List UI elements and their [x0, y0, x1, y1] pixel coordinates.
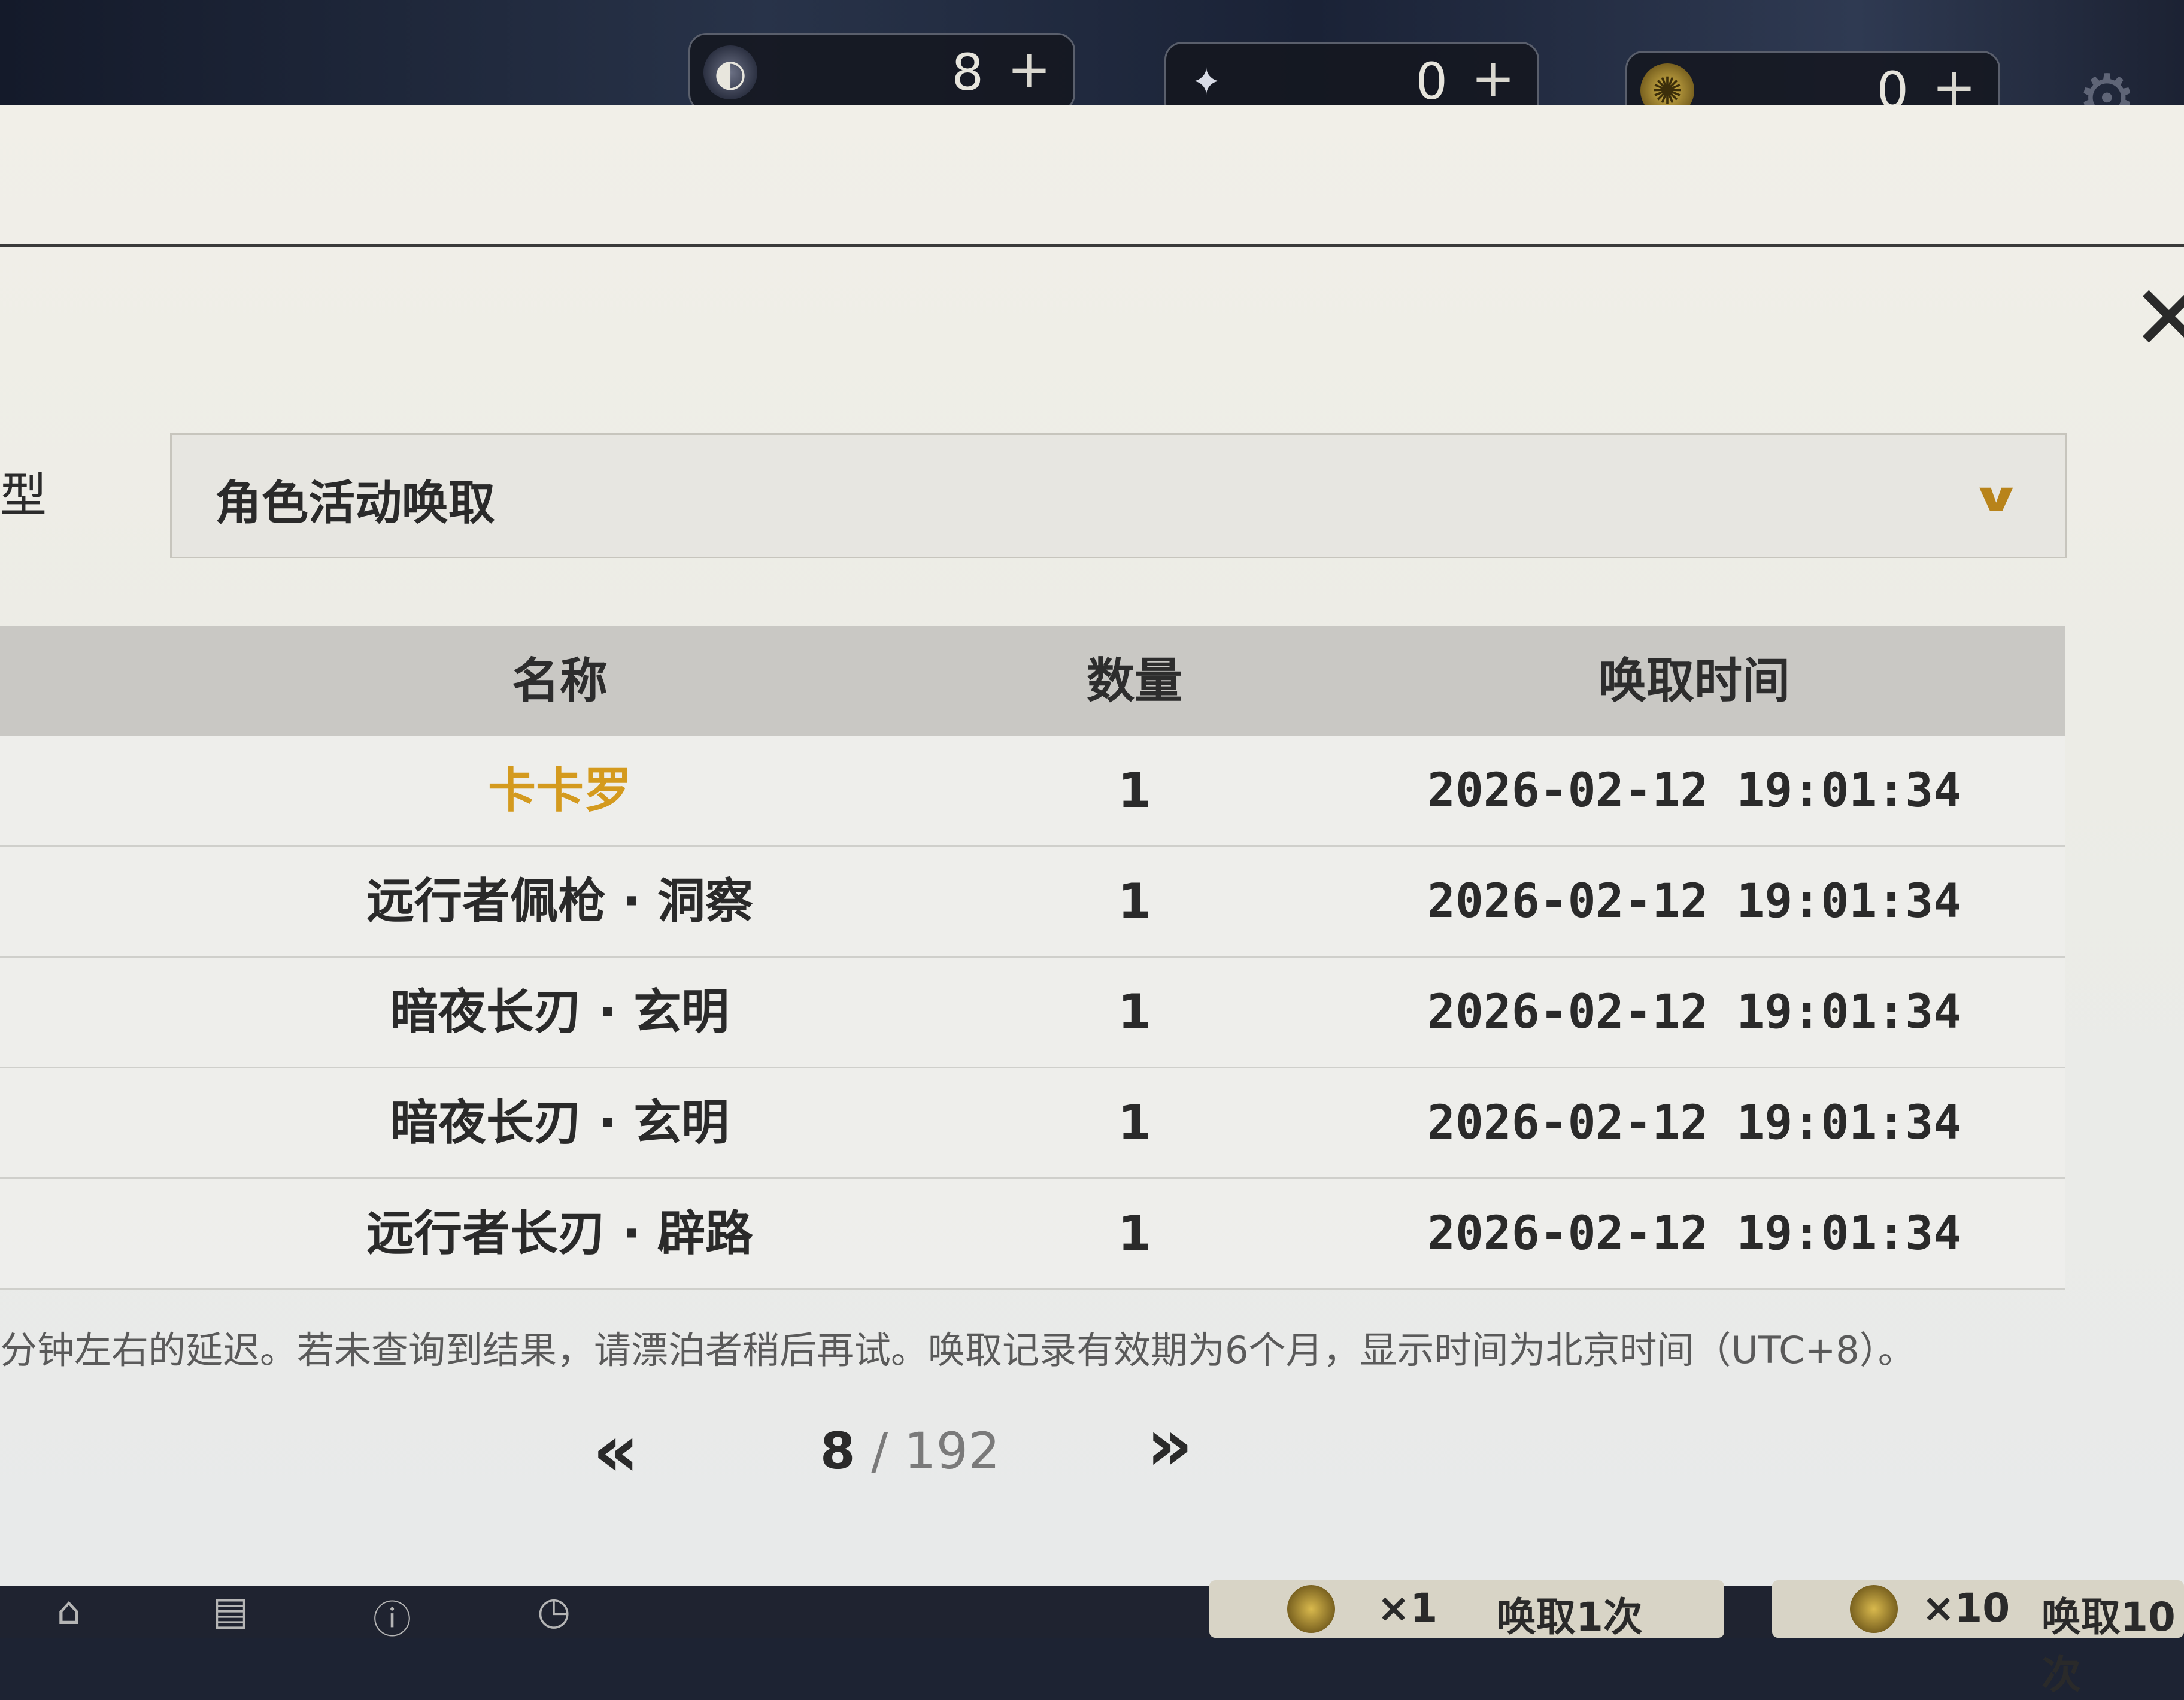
banner-type-dropdown[interactable]: 角色活动唤取 ∨ — [170, 433, 2067, 558]
history-icon[interactable]: ◷ — [527, 1589, 581, 1637]
info-icon[interactable]: ⓘ — [365, 1589, 419, 1643]
item-name: 暗夜长刃 · 玄明 — [390, 1095, 730, 1150]
pull-ten-button[interactable]: ×10 唤取10次 — [1772, 1580, 2184, 1698]
item-time: 2026-02-12 19:01:34 — [1427, 1207, 1962, 1261]
next-page-button[interactable]: » — [1146, 1404, 1193, 1487]
history-table: 名称 数量 唤取时间 卡卡罗 1 2026-02-12 19:01:34 远行者… — [0, 626, 2065, 1290]
item-time: 2026-02-12 19:01:34 — [1427, 764, 1962, 818]
item-qty: 1 — [1118, 1206, 1151, 1261]
current-page: 8 — [820, 1422, 856, 1480]
table-row: 卡卡罗 1 2026-02-12 19:01:34 — [0, 736, 2065, 847]
pull-once-label: 唤取1次 — [1497, 1594, 1643, 1640]
add-lunite-button[interactable]: + — [1003, 43, 1055, 96]
star-icon: ✦ — [1191, 59, 1222, 104]
header-divider — [0, 244, 2184, 247]
coin-icon — [1850, 1585, 1898, 1633]
pull-once-button[interactable]: ×1 唤取1次 — [1209, 1580, 1724, 1640]
header-qty: 数量 — [1087, 653, 1182, 709]
shop-icon[interactable]: ⌂ — [42, 1589, 96, 1637]
lunite-icon: ◐ — [703, 45, 757, 99]
item-time: 2026-02-12 19:01:34 — [1427, 985, 1962, 1039]
item-name: 卡卡罗 — [488, 763, 632, 818]
item-qty: 1 — [1118, 984, 1151, 1040]
item-time: 2026-02-12 19:01:34 — [1427, 1096, 1962, 1150]
item-name: 远行者长刃 · 辟路 — [366, 1206, 754, 1261]
total-pages: 192 — [904, 1422, 1000, 1480]
filter-label: 型 — [0, 469, 47, 523]
table-row: 暗夜长刃 · 玄明 1 2026-02-12 19:01:34 — [0, 1068, 2065, 1179]
header-time: 唤取时间 — [1598, 653, 1790, 709]
add-star-button[interactable]: + — [1467, 52, 1519, 105]
currency-lunite: ◐ 8 + — [688, 33, 1075, 112]
history-panel: ✕ 型 角色活动唤取 ∨ 名称 数量 唤取时间 卡卡罗 1 2026-02-12… — [0, 105, 2184, 1595]
item-qty: 1 — [1118, 1095, 1151, 1150]
table-row: 远行者佩枪 · 洞察 1 2026-02-12 19:01:34 — [0, 847, 2065, 958]
item-qty: 1 — [1118, 763, 1151, 818]
table-header: 名称 数量 唤取时间 — [0, 626, 2065, 736]
page-indicator: 8 / 192 — [820, 1422, 1000, 1480]
coin-icon — [1287, 1585, 1335, 1633]
chevron-down-icon: ∨ — [1969, 473, 2023, 520]
item-name: 暗夜长刃 · 玄明 — [390, 984, 730, 1040]
item-time: 2026-02-12 19:01:34 — [1427, 875, 1962, 928]
info-note: 分钟左右的延迟。若未查询到结果，请漂泊者稍后再试。唤取记录有效期为6个月，显示时… — [0, 1328, 1915, 1372]
record-icon[interactable]: ▤ — [204, 1589, 257, 1637]
currency-value: 0 — [1415, 52, 1448, 111]
pull-ten-count: ×10 — [1922, 1585, 2010, 1631]
table-row: 远行者长刃 · 辟路 1 2026-02-12 19:01:34 — [0, 1179, 2065, 1290]
item-qty: 1 — [1118, 873, 1151, 929]
pull-ten-label: 唤取10次 — [2042, 1594, 2176, 1698]
item-name: 远行者佩枪 · 洞察 — [366, 873, 754, 929]
prev-page-button[interactable]: « — [593, 1410, 639, 1493]
currency-value: 8 — [951, 43, 984, 102]
page-separator: / — [855, 1422, 905, 1480]
dropdown-selected-value: 角色活动唤取 — [215, 476, 496, 530]
close-icon[interactable]: ✕ — [2131, 266, 2184, 371]
table-row: 暗夜长刃 · 玄明 1 2026-02-12 19:01:34 — [0, 958, 2065, 1068]
pull-once-count: ×1 — [1377, 1585, 1438, 1631]
header-name: 名称 — [512, 653, 608, 709]
